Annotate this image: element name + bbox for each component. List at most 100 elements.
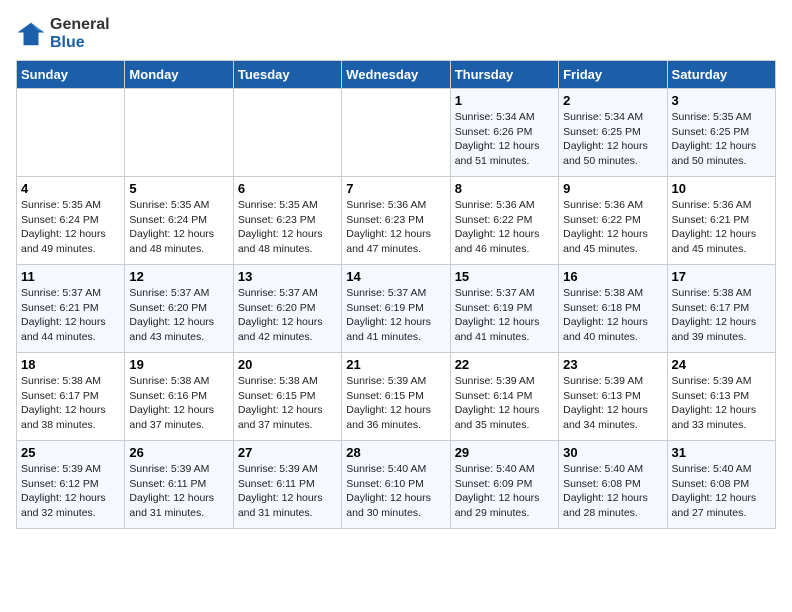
day-info: Sunrise: 5:34 AM Sunset: 6:25 PM Dayligh… xyxy=(563,110,662,169)
day-info: Sunrise: 5:38 AM Sunset: 6:17 PM Dayligh… xyxy=(672,286,771,345)
day-number: 18 xyxy=(21,357,120,372)
day-info: Sunrise: 5:39 AM Sunset: 6:11 PM Dayligh… xyxy=(238,462,337,521)
day-info: Sunrise: 5:40 AM Sunset: 6:08 PM Dayligh… xyxy=(563,462,662,521)
day-number: 9 xyxy=(563,181,662,196)
day-number: 27 xyxy=(238,445,337,460)
day-number: 17 xyxy=(672,269,771,284)
weekday-header-friday: Friday xyxy=(559,61,667,89)
day-info: Sunrise: 5:40 AM Sunset: 6:08 PM Dayligh… xyxy=(672,462,771,521)
weekday-header-sunday: Sunday xyxy=(17,61,125,89)
day-info: Sunrise: 5:35 AM Sunset: 6:24 PM Dayligh… xyxy=(21,198,120,257)
day-number: 15 xyxy=(455,269,554,284)
calendar-cell xyxy=(233,89,341,177)
logo-icon xyxy=(16,19,46,49)
calendar-cell: 15 Sunrise: 5:37 AM Sunset: 6:19 PM Dayli… xyxy=(450,265,558,353)
calendar-cell: 4 Sunrise: 5:35 AM Sunset: 6:24 PM Daylig… xyxy=(17,177,125,265)
day-number: 11 xyxy=(21,269,120,284)
day-info: Sunrise: 5:37 AM Sunset: 6:20 PM Dayligh… xyxy=(238,286,337,345)
day-number: 16 xyxy=(563,269,662,284)
calendar-cell: 8 Sunrise: 5:36 AM Sunset: 6:22 PM Daylig… xyxy=(450,177,558,265)
day-info: Sunrise: 5:37 AM Sunset: 6:19 PM Dayligh… xyxy=(455,286,554,345)
calendar-cell: 30 Sunrise: 5:40 AM Sunset: 6:08 PM Dayli… xyxy=(559,441,667,529)
day-number: 4 xyxy=(21,181,120,196)
calendar-cell xyxy=(342,89,450,177)
weekday-header-thursday: Thursday xyxy=(450,61,558,89)
day-info: Sunrise: 5:34 AM Sunset: 6:26 PM Dayligh… xyxy=(455,110,554,169)
calendar-cell: 1 Sunrise: 5:34 AM Sunset: 6:26 PM Daylig… xyxy=(450,89,558,177)
day-number: 23 xyxy=(563,357,662,372)
day-number: 5 xyxy=(129,181,228,196)
day-number: 6 xyxy=(238,181,337,196)
calendar-cell: 9Sunrise: 5:36 AM Sunset: 6:22 PM Daylig… xyxy=(559,177,667,265)
calendar-cell: 25Sunrise: 5:39 AM Sunset: 6:12 PM Dayli… xyxy=(17,441,125,529)
day-number: 31 xyxy=(672,445,771,460)
calendar-cell: 18 Sunrise: 5:38 AM Sunset: 6:17 PM Dayli… xyxy=(17,353,125,441)
day-info: Sunrise: 5:36 AM Sunset: 6:23 PM Dayligh… xyxy=(346,198,445,257)
weekday-header-tuesday: Tuesday xyxy=(233,61,341,89)
calendar-cell: 7 Sunrise: 5:36 AM Sunset: 6:23 PM Daylig… xyxy=(342,177,450,265)
day-info: Sunrise: 5:39 AM Sunset: 6:11 PM Dayligh… xyxy=(129,462,228,521)
day-number: 10 xyxy=(672,181,771,196)
day-info: Sunrise: 5:38 AM Sunset: 6:17 PM Dayligh… xyxy=(21,374,120,433)
day-info: Sunrise: 5:37 AM Sunset: 6:20 PM Dayligh… xyxy=(129,286,228,345)
day-number: 20 xyxy=(238,357,337,372)
day-info: Sunrise: 5:35 AM Sunset: 6:23 PM Dayligh… xyxy=(238,198,337,257)
day-number: 3 xyxy=(672,93,771,108)
calendar-cell: 5 Sunrise: 5:35 AM Sunset: 6:24 PM Daylig… xyxy=(125,177,233,265)
calendar-cell: 13 Sunrise: 5:37 AM Sunset: 6:20 PM Dayli… xyxy=(233,265,341,353)
calendar-cell: 20 Sunrise: 5:38 AM Sunset: 6:15 PM Dayli… xyxy=(233,353,341,441)
calendar-cell: 29Sunrise: 5:40 AM Sunset: 6:09 PM Dayli… xyxy=(450,441,558,529)
calendar-cell xyxy=(17,89,125,177)
day-number: 2 xyxy=(563,93,662,108)
day-number: 30 xyxy=(563,445,662,460)
calendar-cell: 6 Sunrise: 5:35 AM Sunset: 6:23 PM Daylig… xyxy=(233,177,341,265)
day-info: Sunrise: 5:35 AM Sunset: 6:25 PM Dayligh… xyxy=(672,110,771,169)
day-number: 1 xyxy=(455,93,554,108)
calendar-cell: 28 Sunrise: 5:40 AM Sunset: 6:10 PM Dayli… xyxy=(342,441,450,529)
day-number: 13 xyxy=(238,269,337,284)
day-info: Sunrise: 5:38 AM Sunset: 6:15 PM Dayligh… xyxy=(238,374,337,433)
calendar-table: SundayMondayTuesdayWednesdayThursdayFrid… xyxy=(16,60,776,529)
day-info: Sunrise: 5:36 AM Sunset: 6:21 PM Dayligh… xyxy=(672,198,771,257)
day-number: 25 xyxy=(21,445,120,460)
day-number: 21 xyxy=(346,357,445,372)
calendar-cell: 19Sunrise: 5:38 AM Sunset: 6:16 PM Dayli… xyxy=(125,353,233,441)
day-info: Sunrise: 5:39 AM Sunset: 6:15 PM Dayligh… xyxy=(346,374,445,433)
day-number: 12 xyxy=(129,269,228,284)
calendar-cell xyxy=(125,89,233,177)
calendar-cell: 14 Sunrise: 5:37 AM Sunset: 6:19 PM Dayli… xyxy=(342,265,450,353)
calendar-cell: 21 Sunrise: 5:39 AM Sunset: 6:15 PM Dayli… xyxy=(342,353,450,441)
weekday-header-saturday: Saturday xyxy=(667,61,775,89)
day-number: 22 xyxy=(455,357,554,372)
day-info: Sunrise: 5:39 AM Sunset: 6:14 PM Dayligh… xyxy=(455,374,554,433)
day-info: Sunrise: 5:40 AM Sunset: 6:09 PM Dayligh… xyxy=(455,462,554,521)
calendar-cell: 23 Sunrise: 5:39 AM Sunset: 6:13 PM Dayli… xyxy=(559,353,667,441)
day-number: 26 xyxy=(129,445,228,460)
weekday-header-wednesday: Wednesday xyxy=(342,61,450,89)
day-info: Sunrise: 5:37 AM Sunset: 6:21 PM Dayligh… xyxy=(21,286,120,345)
day-number: 24 xyxy=(672,357,771,372)
calendar-cell: 3 Sunrise: 5:35 AM Sunset: 6:25 PM Daylig… xyxy=(667,89,775,177)
day-number: 28 xyxy=(346,445,445,460)
logo-text: General Blue xyxy=(50,16,110,52)
day-number: 8 xyxy=(455,181,554,196)
calendar-cell: 24 Sunrise: 5:39 AM Sunset: 6:13 PM Dayli… xyxy=(667,353,775,441)
day-info: Sunrise: 5:36 AM Sunset: 6:22 PM Dayligh… xyxy=(455,198,554,257)
calendar-cell: 10 Sunrise: 5:36 AM Sunset: 6:21 PM Dayli… xyxy=(667,177,775,265)
day-info: Sunrise: 5:39 AM Sunset: 6:13 PM Dayligh… xyxy=(672,374,771,433)
day-number: 14 xyxy=(346,269,445,284)
day-info: Sunrise: 5:40 AM Sunset: 6:10 PM Dayligh… xyxy=(346,462,445,521)
logo: General Blue xyxy=(16,16,110,52)
day-number: 7 xyxy=(346,181,445,196)
calendar-cell: 22 Sunrise: 5:39 AM Sunset: 6:14 PM Dayli… xyxy=(450,353,558,441)
calendar-cell: 2 Sunrise: 5:34 AM Sunset: 6:25 PM Daylig… xyxy=(559,89,667,177)
day-info: Sunrise: 5:37 AM Sunset: 6:19 PM Dayligh… xyxy=(346,286,445,345)
day-info: Sunrise: 5:39 AM Sunset: 6:13 PM Dayligh… xyxy=(563,374,662,433)
calendar-cell: 26 Sunrise: 5:39 AM Sunset: 6:11 PM Dayli… xyxy=(125,441,233,529)
day-info: Sunrise: 5:35 AM Sunset: 6:24 PM Dayligh… xyxy=(129,198,228,257)
weekday-header-monday: Monday xyxy=(125,61,233,89)
calendar-cell: 17 Sunrise: 5:38 AM Sunset: 6:17 PM Dayli… xyxy=(667,265,775,353)
day-number: 19 xyxy=(129,357,228,372)
calendar-cell: 27 Sunrise: 5:39 AM Sunset: 6:11 PM Dayli… xyxy=(233,441,341,529)
calendar-cell: 11 Sunrise: 5:37 AM Sunset: 6:21 PM Dayli… xyxy=(17,265,125,353)
